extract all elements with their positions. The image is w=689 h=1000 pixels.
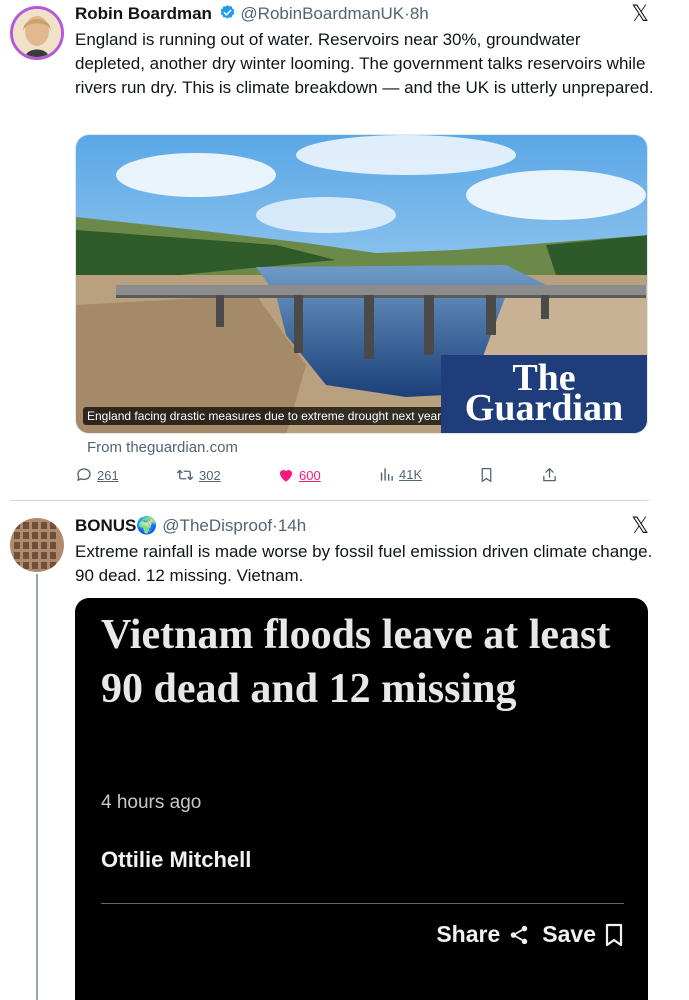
views-count: 41K: [399, 467, 423, 482]
views-button[interactable]: 41K: [378, 466, 422, 483]
verified-icon: [220, 5, 234, 19]
news-author: Ottilie Mitchell: [101, 847, 252, 872]
tweet-text: England is running out of water. Reservo…: [75, 30, 654, 97]
avatar-image: [13, 9, 61, 57]
tweet[interactable]: Robin Boardman @RobinBoardmanUK·8h 𝕏 Eng…: [0, 0, 689, 502]
share-button[interactable]: [541, 466, 558, 484]
x-logo-icon: 𝕏: [631, 513, 649, 538]
news-divider: [101, 903, 624, 904]
handle[interactable]: @TheDisproof: [162, 516, 272, 535]
avatar[interactable]: [10, 6, 64, 60]
heart-icon: [279, 469, 293, 482]
reply-button[interactable]: 261: [75, 466, 119, 484]
bookmark-icon: [481, 467, 492, 483]
save-bookmark-icon: [605, 923, 623, 946]
avatar-image: [10, 518, 64, 572]
news-screenshot[interactable]: Vietnam floods leave at least 90 dead an…: [75, 598, 648, 1000]
avatar[interactable]: [10, 518, 64, 572]
news-time: 4 hours ago: [101, 792, 202, 813]
news-actions: Share Save: [436, 921, 624, 948]
reply-icon: [77, 468, 91, 481]
repost-count: 302: [199, 467, 221, 483]
repost-icon: [176, 469, 194, 481]
reply-count: 261: [97, 467, 119, 483]
display-name[interactable]: Robin Boardman: [75, 4, 212, 23]
timestamp[interactable]: 14h: [278, 516, 306, 535]
repost-button[interactable]: 302: [175, 466, 221, 484]
views-icon: [380, 468, 393, 481]
tweet-divider: [10, 500, 649, 501]
tweet-header: BONUS🌍 @TheDisproof·14h: [75, 515, 306, 537]
link-source[interactable]: From theguardian.com: [87, 438, 238, 458]
tweet[interactable]: BONUS🌍 @TheDisproof·14h 𝕏 Extreme rainfa…: [0, 502, 689, 1000]
x-logo-icon: 𝕏: [631, 1, 649, 26]
news-share-label: Share: [436, 921, 501, 947]
action-bar: 261 302 600 41K: [75, 466, 565, 488]
handle[interactable]: @RobinBoardmanUK: [240, 4, 404, 23]
share-icon: [543, 467, 556, 482]
like-button[interactable]: 600: [277, 466, 321, 484]
tweet-text: Extreme rainfall is made worse by fossil…: [75, 542, 653, 585]
link-card-image[interactable]: England facing drastic measures due to e…: [75, 134, 648, 434]
image-caption: England facing drastic measures due to e…: [83, 407, 446, 425]
timestamp[interactable]: 8h: [410, 4, 429, 23]
bookmark-button[interactable]: [478, 466, 495, 484]
display-name[interactable]: BONUS🌍: [75, 516, 158, 535]
share-nodes-icon: [511, 925, 528, 944]
news-headline: Vietnam floods leave at least 90 dead an…: [101, 612, 611, 712]
tweet-header: Robin Boardman @RobinBoardmanUK·8h: [75, 3, 429, 25]
news-save-label: Save: [542, 921, 596, 947]
like-count: 600: [299, 467, 321, 483]
guardian-logo: The Guardian: [441, 355, 647, 433]
logo-line-2: Guardian: [464, 387, 624, 429]
